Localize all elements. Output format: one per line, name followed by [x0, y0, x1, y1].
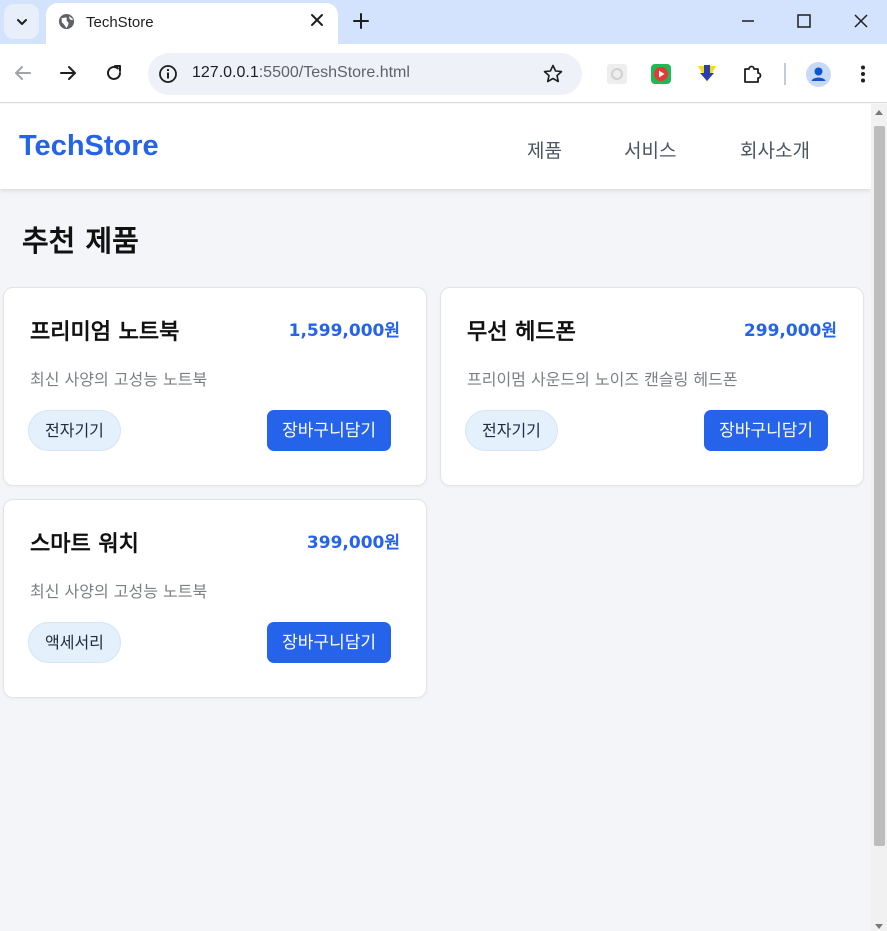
- site-logo[interactable]: TechStore: [19, 130, 159, 163]
- page-viewport: TechStore 제품 서비스 회사소개 추천 제품 프리미엄 노트북 1,5…: [0, 104, 871, 931]
- new-tab-icon[interactable]: [350, 10, 372, 32]
- product-name: 스마트 워치: [30, 532, 139, 557]
- reload-icon[interactable]: [103, 62, 125, 84]
- product-description: 최신 사양의 고성능 노트북: [30, 370, 208, 389]
- category-tag: 액세서리: [28, 622, 121, 663]
- extension-grey-icon[interactable]: [605, 62, 629, 86]
- video-extension-icon[interactable]: [649, 62, 673, 86]
- site-info-icon[interactable]: [158, 64, 178, 84]
- scrollbar-thumb[interactable]: [874, 126, 885, 846]
- maximize-icon[interactable]: [793, 10, 815, 32]
- url-host: 127.0.0.1: [192, 64, 259, 81]
- window-close-icon[interactable]: [850, 10, 872, 32]
- browser-tab[interactable]: TechStore: [46, 3, 338, 44]
- toolbar-separator: [784, 63, 786, 85]
- nav-link-products[interactable]: 제품: [527, 136, 562, 163]
- globe-icon: [58, 13, 75, 30]
- scroll-down-arrow-icon[interactable]: [875, 924, 883, 929]
- extensions-puzzle-icon[interactable]: [740, 62, 764, 86]
- address-bar[interactable]: 127.0.0.1:5500/TeshStore.html: [148, 53, 582, 95]
- add-to-cart-button[interactable]: 장바구니담기: [704, 410, 828, 451]
- vertical-scrollbar[interactable]: [871, 104, 887, 931]
- tab-search-button[interactable]: [4, 4, 39, 39]
- minimize-icon[interactable]: [737, 10, 759, 32]
- scroll-up-arrow-icon[interactable]: [875, 110, 883, 115]
- nav-link-services[interactable]: 서비스: [624, 136, 676, 163]
- product-card: 프리미엄 노트북 1,599,000원 최신 사양의 고성능 노트북 전자기기 …: [3, 287, 427, 486]
- section-title: 추천 제품: [22, 224, 139, 258]
- download-extension-icon[interactable]: [695, 62, 719, 86]
- product-card: 무선 헤드폰 299,000원 프리이멈 사운드의 노이즈 캔슬링 헤드폰 전자…: [440, 287, 864, 486]
- more-vertical-icon[interactable]: [852, 63, 874, 85]
- product-price: 1,599,000원: [288, 321, 400, 341]
- chevron-down-icon: [16, 18, 27, 25]
- product-description: 프리이멈 사운드의 노이즈 캔슬링 헤드폰: [467, 370, 738, 389]
- url-path: :5500/TeshStore.html: [258, 64, 410, 81]
- product-price: 399,000원: [306, 533, 400, 553]
- close-icon[interactable]: [308, 11, 326, 29]
- product-description: 최신 사양의 고성능 노트북: [30, 582, 208, 601]
- add-to-cart-button[interactable]: 장바구니담기: [267, 410, 391, 451]
- product-card: 스마트 워치 399,000원 최신 사양의 고성능 노트북 액세서리 장바구니…: [3, 499, 427, 698]
- category-tag: 전자기기: [28, 410, 121, 451]
- product-name: 무선 헤드폰: [467, 320, 576, 345]
- nav-link-about[interactable]: 회사소개: [740, 136, 810, 163]
- bookmark-star-icon[interactable]: [542, 63, 564, 85]
- site-header: TechStore 제품 서비스 회사소개: [0, 104, 871, 189]
- url-text[interactable]: 127.0.0.1:5500/TeshStore.html: [192, 64, 410, 82]
- person-icon: [811, 67, 826, 81]
- category-tag: 전자기기: [465, 410, 558, 451]
- product-price: 299,000원: [743, 321, 837, 341]
- back-arrow-icon[interactable]: [12, 62, 34, 84]
- tab-title: TechStore: [86, 14, 154, 31]
- profile-avatar[interactable]: [806, 62, 831, 87]
- tab-strip: TechStore: [0, 0, 887, 44]
- product-name: 프리미엄 노트북: [30, 320, 180, 345]
- add-to-cart-button[interactable]: 장바구니담기: [267, 622, 391, 663]
- forward-arrow-icon[interactable]: [57, 62, 79, 84]
